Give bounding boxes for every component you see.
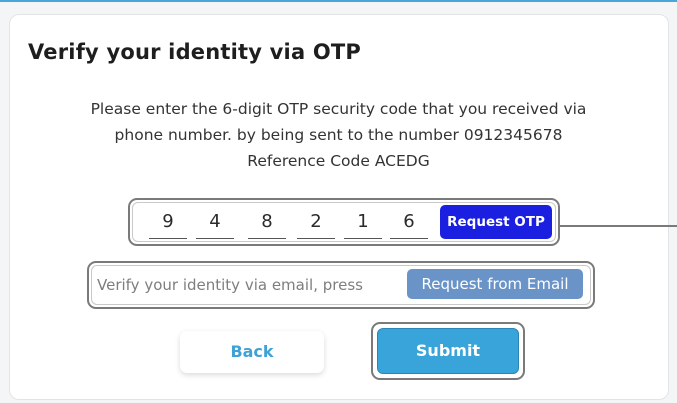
back-button[interactable]: Back <box>180 331 324 373</box>
connector-line <box>560 225 677 227</box>
instructions-line-2: phone number. by being sent to the numbe… <box>114 126 563 144</box>
submit-button[interactable]: Submit <box>377 328 519 374</box>
submit-outline: Submit <box>371 322 525 380</box>
request-otp-button[interactable]: Request OTP <box>440 205 552 239</box>
instructions-text: Please enter the 6-digit OTP security co… <box>30 96 647 174</box>
otp-digit-6[interactable]: 6 <box>390 212 428 239</box>
otp-digit-4[interactable]: 2 <box>297 212 335 239</box>
page-title: Verify your identity via OTP <box>28 40 362 64</box>
otp-digit-5[interactable]: 1 <box>344 212 382 239</box>
email-verify-text: Verify your identity via email, press <box>97 276 363 294</box>
otp-input-group: 9 4 8 2 1 6 Request OTP <box>128 198 560 246</box>
otp-digit-1[interactable]: 9 <box>149 212 187 239</box>
top-accent-line <box>0 0 677 2</box>
instructions-line-1: Please enter the 6-digit OTP security co… <box>90 100 587 118</box>
email-verify-group: Verify your identity via email, press Re… <box>87 261 595 309</box>
otp-digit-2[interactable]: 4 <box>196 212 234 239</box>
otp-digit-3[interactable]: 8 <box>248 212 286 239</box>
request-from-email-button[interactable]: Request from Email <box>407 269 583 299</box>
reference-code-text: Reference Code ACEDG <box>247 152 430 170</box>
